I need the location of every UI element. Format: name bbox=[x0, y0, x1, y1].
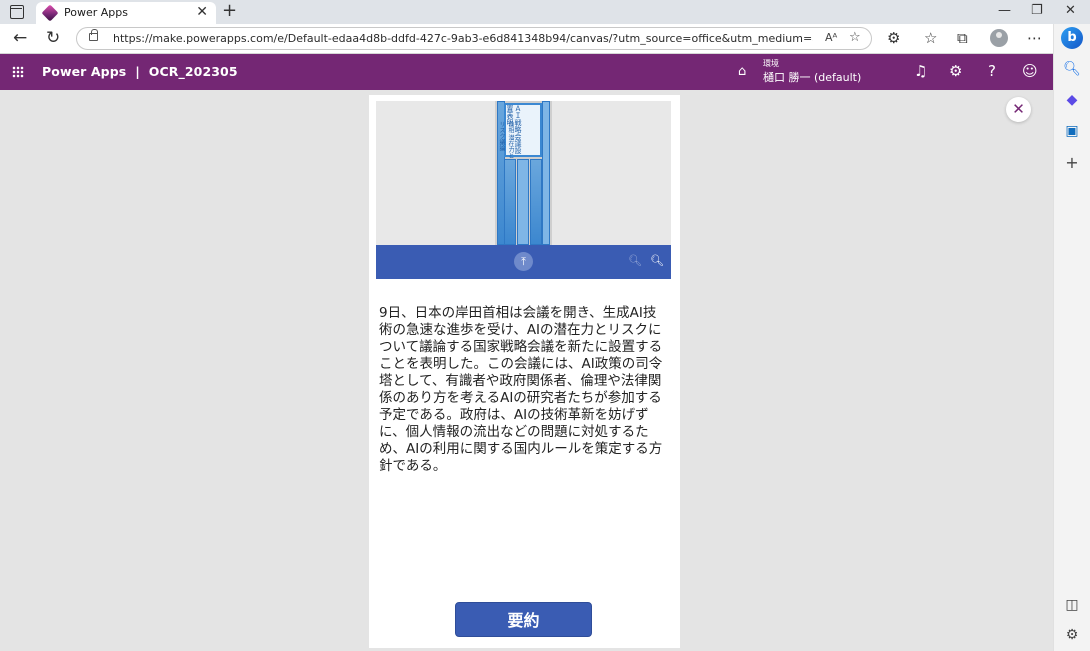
environment-label: 環境 bbox=[763, 59, 779, 68]
power-apps-header: Power Apps | OCR_202305 ⌂ 環境 樋口 勝一 (defa… bbox=[0, 54, 1053, 90]
url-text: https://make.powerapps.com/e/Default-eda… bbox=[113, 32, 813, 45]
tab-actions-icon[interactable] bbox=[10, 5, 24, 19]
image-toolbar: ⤒ 🔍︎ 🔍︎ bbox=[376, 245, 671, 279]
minimize-icon[interactable]: — bbox=[998, 2, 1011, 20]
newspaper-subhead: 首相 潜在力とリスク議論 bbox=[498, 121, 514, 159]
summarize-button[interactable]: 要約 bbox=[455, 602, 592, 637]
sidebar-settings-icon[interactable]: ⚙ bbox=[1054, 626, 1090, 644]
extensions-icon[interactable]: ⚙ bbox=[887, 29, 900, 47]
zoom-in-icon[interactable]: 🔍︎ bbox=[650, 254, 664, 268]
tab-close-icon[interactable]: ✕ bbox=[196, 4, 208, 20]
add-sidebar-app-icon[interactable]: + bbox=[1054, 154, 1090, 172]
environment-icon[interactable]: ⌂ bbox=[738, 64, 746, 79]
new-tab-icon[interactable]: + bbox=[222, 0, 237, 22]
browser-tab-bar: Power Apps ✕ + — ❐ ✕ bbox=[0, 0, 1090, 24]
image-viewer[interactable]: ＡＩ戦略会議設置表明 首相 潜在力とリスク議論 bbox=[376, 101, 671, 245]
search-icon[interactable]: 🔍︎ bbox=[1054, 60, 1090, 78]
restore-icon[interactable]: ❐ bbox=[1031, 2, 1043, 20]
edge-sidebar: b 🔍︎ ◆ ▣ + ◫ ⚙ bbox=[1053, 24, 1090, 651]
back-icon[interactable]: ← bbox=[13, 28, 27, 48]
read-aloud-icon[interactable]: Aᴬ bbox=[825, 31, 837, 44]
add-favorite-icon[interactable]: ☆ bbox=[849, 30, 861, 45]
close-preview-icon[interactable]: ✕ bbox=[1006, 97, 1031, 122]
environment-name[interactable]: 樋口 勝一 (default) bbox=[763, 69, 861, 85]
help-icon[interactable]: ? bbox=[988, 62, 996, 80]
office-icon[interactable]: ◆ bbox=[1054, 91, 1090, 109]
zoom-out-icon[interactable]: 🔍︎ bbox=[628, 254, 642, 268]
profile-avatar[interactable] bbox=[990, 29, 1008, 47]
more-menu-icon[interactable]: ⋯ bbox=[1027, 29, 1042, 47]
lock-icon bbox=[89, 29, 98, 41]
collections-icon[interactable]: ⧉ bbox=[957, 29, 968, 47]
url-field[interactable]: https://make.powerapps.com/e/Default-eda… bbox=[76, 27, 872, 50]
address-bar-row: ← ↻ https://make.powerapps.com/e/Default… bbox=[0, 24, 1090, 54]
notifications-icon[interactable]: ♫ bbox=[914, 62, 927, 80]
power-apps-favicon-icon bbox=[41, 4, 59, 22]
upload-icon[interactable]: ⤒ bbox=[514, 252, 533, 271]
tab-title: Power Apps bbox=[64, 6, 128, 19]
favorites-icon[interactable]: ☆ bbox=[924, 29, 937, 47]
ocr-result-text: 9日、日本の岸田首相は会議を開き、生成AI技術の急速な進歩を受け、AIの潜在力と… bbox=[379, 305, 663, 474]
app-title: Power Apps | OCR_202305 bbox=[42, 64, 238, 79]
newspaper-image: ＡＩ戦略会議設置表明 首相 潜在力とリスク議論 bbox=[495, 101, 552, 245]
window-close-icon[interactable]: ✕ bbox=[1065, 2, 1076, 20]
browser-tab[interactable]: Power Apps ✕ bbox=[36, 2, 216, 24]
refresh-icon[interactable]: ↻ bbox=[46, 28, 60, 48]
settings-icon[interactable]: ⚙ bbox=[949, 62, 962, 80]
bing-chat-icon[interactable]: b bbox=[1061, 27, 1083, 49]
outlook-icon[interactable]: ▣ bbox=[1054, 122, 1090, 140]
app-launcher-icon[interactable] bbox=[12, 66, 24, 78]
hide-sidebar-icon[interactable]: ◫ bbox=[1054, 596, 1090, 614]
account-icon[interactable]: ☺ bbox=[1022, 62, 1038, 80]
